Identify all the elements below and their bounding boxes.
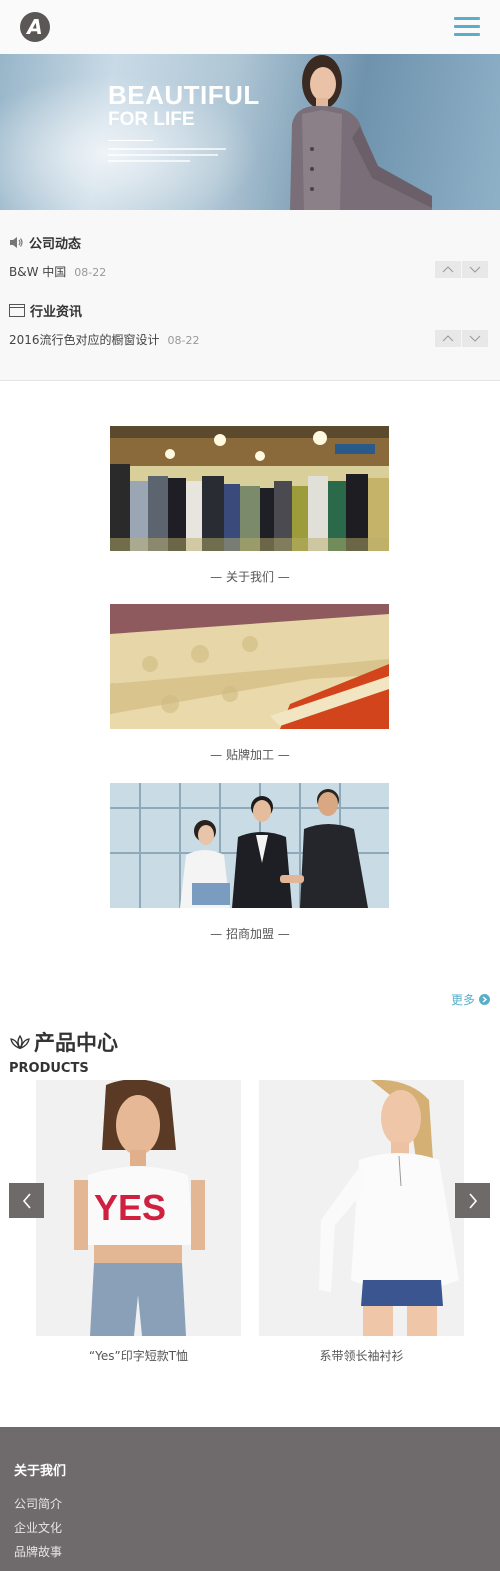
news-date: 08-22 [74,266,107,279]
banner-title: BEAUTIFUL [108,80,260,110]
products-heading: 产品中心 [9,1027,118,1057]
news-section: 公司动态 B&W 中国 08-22 行业资讯 2016流行色对应的橱窗设计 08-2… [0,210,500,381]
arrow-up-icon[interactable] [435,261,461,278]
oem-caption[interactable]: — 贴牌加工 — [0,746,500,763]
logo[interactable]: A [20,12,50,42]
hero-banner[interactable]: BEAUTIFUL FOR LIFE [0,54,500,210]
window-icon [9,304,25,317]
news-item[interactable]: 2016流行色对应的橱窗设计 08-22 [9,331,200,348]
franchise-image[interactable] [110,783,389,908]
footer-title: 关于我们 [14,1464,67,1479]
footer-link-corporate-culture[interactable]: 企业文化 [14,1519,62,1536]
product-card-1[interactable]: YES [36,1080,241,1336]
product-name-1[interactable]: “Yes”印字短款T恤 [36,1347,241,1364]
carousel-prev-button[interactable] [9,1183,44,1218]
about-us-caption[interactable]: — 关于我们 — [0,568,500,585]
arrow-right-circle-icon[interactable] [479,994,491,1005]
chevron-right-icon [468,1192,477,1209]
product-name-2[interactable]: 系带领长袖衬衫 [259,1347,464,1364]
franchise-caption[interactable]: — 招商加盟 — [0,925,500,942]
products-subheading: PRODUCTS [9,1061,89,1076]
arrow-down-icon[interactable] [462,330,488,347]
about-us-image[interactable] [110,426,389,551]
banner-subtitle: FOR LIFE [108,109,195,130]
oem-image[interactable] [110,604,389,729]
news-heading-company: 公司动态 [9,233,81,252]
hamburger-menu-icon[interactable] [452,14,482,38]
footer-link-brand-story[interactable]: 品牌故事 [14,1543,62,1560]
news-nav-industry [435,330,489,347]
arrow-down-icon[interactable] [462,261,488,278]
news-heading-industry: 行业资讯 [9,301,82,320]
footer: 关于我们 公司简介 企业文化 品牌故事 [0,1427,500,1571]
news-date: 08-22 [167,334,200,347]
svg-text:YES: YES [94,1187,166,1228]
product-card-2[interactable] [259,1080,464,1336]
header-bar: A [0,0,500,55]
banner-model-image [290,55,432,210]
banner-divider [108,140,153,141]
banner-fine-print [108,148,228,166]
news-nav-company [435,261,489,278]
arrow-up-icon[interactable] [435,330,461,347]
speaker-icon [10,237,23,248]
chevron-left-icon [22,1192,31,1209]
footer-link-company-profile[interactable]: 公司简介 [14,1495,62,1512]
lotus-icon [10,1034,30,1050]
news-item[interactable]: B&W 中国 08-22 [9,263,106,280]
more-link[interactable]: 更多 [451,991,491,1008]
carousel-next-button[interactable] [455,1183,490,1218]
